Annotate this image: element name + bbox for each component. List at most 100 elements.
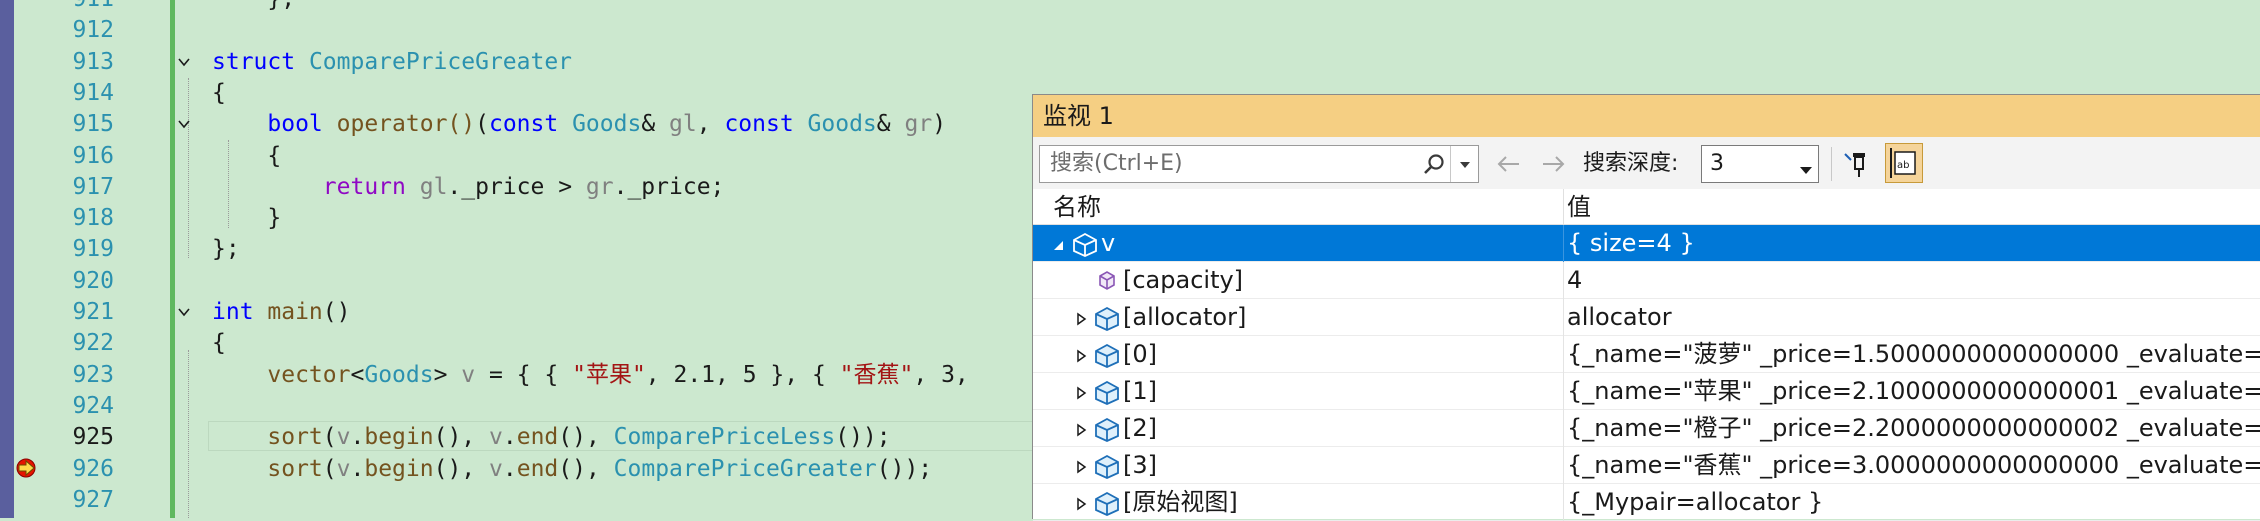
collapse-chevron-icon[interactable] [178,306,190,318]
code-line[interactable]: 921 int main() [0,297,1040,328]
watch-row-value[interactable]: {_name="橙子" _price=2.2000000000000002 _e… [1567,410,2260,447]
code-token: begin [364,424,434,451]
watch-row-value[interactable]: {_Mypair=allocator } [1567,484,1823,521]
code-line[interactable]: 926 sort(v.begin(), v.end(), ComparePric… [0,454,1040,485]
column-name-header[interactable]: 名称 [1053,189,1101,225]
code-text: int main() [212,297,350,328]
search-dropdown-button[interactable] [1450,146,1479,182]
watch-row-value[interactable]: allocator [1567,299,1672,336]
code-token: operator() [336,111,476,138]
watch-row[interactable]: v { size=4 } [1033,225,2260,262]
line-number: 917 [72,173,114,200]
column-value-header[interactable]: 值 [1567,189,1591,225]
watch-row-name: [0] [1123,339,1157,368]
code-line[interactable]: 913 struct ComparePriceGreater [0,47,1040,78]
column-divider [1563,335,1564,373]
line-number: 921 [72,299,114,325]
expand-triangle-icon[interactable] [1075,385,1087,400]
code-token: (), [433,424,489,451]
code-token: & [876,111,905,138]
watch-row[interactable]: [2] {_name="橙子" _price=2.2000000000000002… [1033,409,2260,447]
line-number: 912 [72,17,114,44]
code-line[interactable]: 923 vector<Goods> v = { { "苹果", 2.1, 5 }… [0,360,1040,391]
code-token: Goods [572,111,642,138]
expand-triangle-icon[interactable] [1075,459,1087,474]
column-divider [1563,446,1564,484]
watch-row-value[interactable]: { size=4 } [1567,225,1695,262]
svg-text:ab: ab [1897,160,1909,171]
code-token: vector [267,361,351,388]
search-depth-select[interactable]: 3 [1701,145,1819,183]
expand-triangle-icon[interactable] [1075,311,1087,326]
code-line[interactable]: 916 { [0,141,1040,172]
watch-row-value[interactable]: 4 [1567,262,1582,299]
code-line[interactable]: 927 [0,485,1040,516]
column-divider [1563,409,1564,447]
code-token: v [489,424,503,451]
watch-row[interactable]: [原始视图] {_Mypair=allocator } [1033,483,2260,521]
expand-triangle-icon[interactable] [1075,348,1087,363]
back-arrow-icon[interactable] [1491,149,1525,179]
object-icon [1093,490,1121,516]
code-line[interactable]: 918 } [0,203,1040,234]
code-token: v [336,455,351,482]
code-line[interactable]: 922 { [0,328,1040,359]
line-number: 926 [72,455,114,482]
code-token: ComparePriceGreater [613,455,877,482]
watch-toolbar: 搜索(Ctrl+E) 搜索深度: 3 ab [1033,137,2260,189]
line-number: 913 [72,48,114,75]
watch-window[interactable]: 监视 1 搜索(Ctrl+E) 搜索深度: 3 ab 名称 值 v {size… [1032,94,2260,521]
watch-title-bar[interactable]: 监视 1 [1033,95,2260,137]
pin-icon[interactable] [1841,145,1875,183]
collapse-chevron-icon[interactable] [178,56,190,68]
code-token: "香蕉" [839,361,914,388]
code-line[interactable]: 911 }; [0,0,1040,15]
watch-row[interactable]: [0] {_name="菠萝" _price=1.5000000000000000… [1033,335,2260,373]
code-line[interactable]: 915 bool operator()(const Goods& gl, con… [0,109,1040,140]
watch-row-value[interactable]: {_name="菠萝" _price=1.5000000000000000 _e… [1567,336,2260,373]
watch-row[interactable]: [3] {_name="香蕉" _price=3.0000000000000000… [1033,446,2260,484]
code-token: v [461,361,476,388]
code-editor[interactable]: 911 };912913struct ComparePriceGreater91… [0,0,1040,518]
code-line[interactable]: 920 [0,266,1040,297]
line-number: 916 [72,142,114,169]
code-token: ()); [835,424,891,451]
watch-row-value[interactable]: {_name="香蕉" _price=3.0000000000000000 _e… [1567,447,2260,484]
search-icon[interactable] [1422,153,1446,177]
watch-row[interactable]: [1] {_name="苹果" _price=2.1000000000000001… [1033,372,2260,410]
code-token: end [516,424,559,451]
search-input[interactable]: 搜索(Ctrl+E) [1039,145,1479,183]
chevron-down-icon [1800,160,1812,174]
code-text: { [212,78,226,109]
code-token: , 3, [913,361,969,388]
code-line[interactable]: 917 return gl._price > gr._price; [0,172,1040,203]
collapse-chevron-icon[interactable] [178,118,190,130]
code-line[interactable]: 925 sort(v.begin(), v.end(), ComparePric… [0,422,1040,453]
watch-row[interactable]: [allocator] allocator [1033,298,2260,336]
collapse-triangle-icon[interactable] [1053,237,1065,251]
expand-triangle-icon[interactable] [1075,496,1087,511]
code-token: v [336,424,351,451]
code-token: }; [212,0,295,12]
code-line[interactable]: 914 { [0,78,1040,109]
code-line[interactable]: 924 [0,391,1040,422]
forward-arrow-icon[interactable] [1537,149,1571,179]
hex-display-icon[interactable]: ab [1885,143,1923,183]
column-divider[interactable] [1563,189,1564,225]
expand-triangle-icon[interactable] [1075,422,1087,437]
code-text: { [212,141,281,172]
code-token: ()); [876,455,933,482]
code-token: int [212,299,268,325]
code-text: sort(v.begin(), v.end(), ComparePriceLes… [212,422,891,453]
watch-row[interactable]: [capacity] 4 [1033,261,2260,299]
code-line[interactable]: 919}; [0,234,1040,265]
code-token: ( [475,111,489,138]
watch-row-name: [1] [1123,376,1157,405]
current-statement-arrow-icon[interactable] [14,458,38,478]
column-divider [1563,483,1564,521]
watch-row-value[interactable]: {_name="苹果" _price=2.1000000000000001 _e… [1567,373,2260,410]
code-line[interactable]: 912 [0,15,1040,46]
property-icon [1093,268,1121,294]
code-token: ( [322,455,337,482]
